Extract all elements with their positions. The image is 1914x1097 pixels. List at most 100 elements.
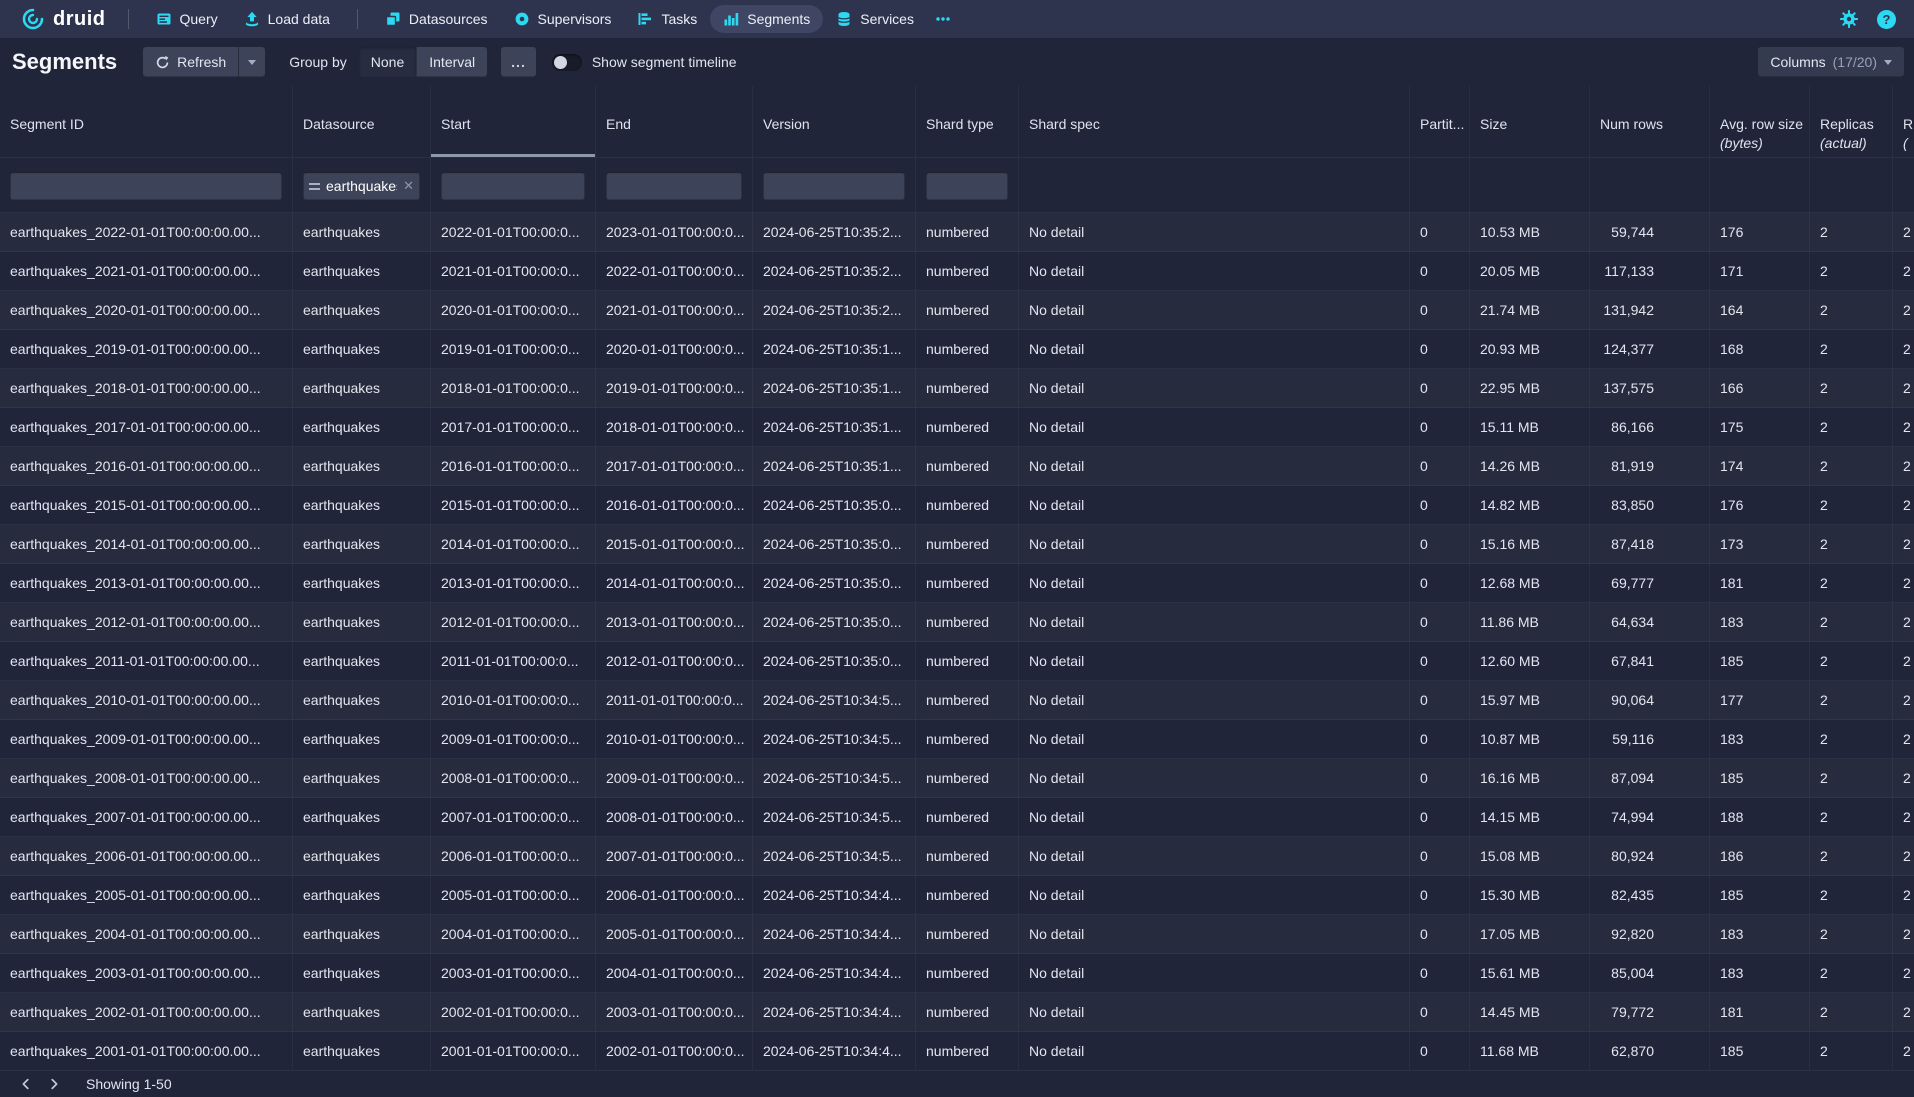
column-header-version[interactable]: Version [753, 86, 916, 157]
column-header-shard_type[interactable]: Shard type [916, 86, 1019, 157]
cell-size: 15.61 MB [1470, 954, 1590, 992]
next-page-button[interactable] [40, 1072, 68, 1096]
nav-item-supervisors[interactable]: Supervisors [501, 5, 625, 33]
table-row[interactable]: earthquakes_2001-01-01T00:00:00.00...ear… [0, 1032, 1914, 1071]
table-row[interactable]: earthquakes_2004-01-01T00:00:00.00...ear… [0, 915, 1914, 954]
table-row[interactable]: earthquakes_2007-01-01T00:00:00.00...ear… [0, 798, 1914, 837]
group-by-interval-button[interactable]: Interval [416, 47, 487, 77]
filter-chip-datasource[interactable]: earthquakes✕ [303, 172, 420, 200]
nav-item-load-data[interactable]: Load data [231, 5, 343, 33]
cell-size: 12.68 MB [1470, 564, 1590, 602]
clear-filter-icon[interactable]: ✕ [403, 178, 414, 194]
column-header-segment_id[interactable]: Segment ID [0, 86, 293, 157]
table-row[interactable]: earthquakes_2016-01-01T00:00:00.00...ear… [0, 447, 1914, 486]
filter-cell-num_rows [1590, 158, 1710, 212]
cell-avg_row_size: 174 [1710, 447, 1810, 485]
nav-item-datasources[interactable]: Datasources [372, 5, 501, 33]
nav-item-label: Datasources [409, 11, 488, 27]
table-row[interactable]: earthquakes_2021-01-01T00:00:00.00...ear… [0, 252, 1914, 291]
nav-item-query[interactable]: Query [143, 5, 231, 33]
column-header-end[interactable]: End [596, 86, 753, 157]
segment-timeline-toggle[interactable] [552, 54, 582, 71]
nav-item-tasks[interactable]: Tasks [624, 5, 710, 33]
table-filter-row: earthquakes✕ [0, 158, 1914, 213]
gear-icon[interactable] [1839, 9, 1859, 29]
nav-more-button[interactable] [927, 5, 959, 33]
column-header-datasource[interactable]: Datasource [293, 86, 431, 157]
table-row[interactable]: earthquakes_2017-01-01T00:00:00.00...ear… [0, 408, 1914, 447]
column-header-size[interactable]: Size [1470, 86, 1590, 157]
cell-shard_type: numbered [916, 759, 1019, 797]
table-row[interactable]: earthquakes_2014-01-01T00:00:00.00...ear… [0, 525, 1914, 564]
filter-input-segment_id[interactable] [10, 172, 282, 200]
cell-shard_type: numbered [916, 525, 1019, 563]
cell-replication_factor: 2 [1893, 1032, 1914, 1070]
nav-item-segments[interactable]: Segments [710, 5, 823, 33]
filter-input-shard_type[interactable] [926, 172, 1008, 200]
cell-version: 2024-06-25T10:35:2... [753, 213, 916, 251]
column-header-avg_row_size[interactable]: Avg. row size(bytes) [1710, 86, 1810, 157]
toolbar-more-button[interactable]: ... [501, 47, 536, 77]
table-row[interactable]: earthquakes_2008-01-01T00:00:00.00...ear… [0, 759, 1914, 798]
table-row[interactable]: earthquakes_2013-01-01T00:00:00.00...ear… [0, 564, 1914, 603]
column-header-start[interactable]: Start [431, 86, 596, 157]
table-row[interactable]: earthquakes_2002-01-01T00:00:00.00...ear… [0, 993, 1914, 1032]
druid-logo[interactable]: druid [12, 6, 114, 32]
table-row[interactable]: earthquakes_2005-01-01T00:00:00.00...ear… [0, 876, 1914, 915]
table-row[interactable]: earthquakes_2003-01-01T00:00:00.00...ear… [0, 954, 1914, 993]
table-row[interactable]: earthquakes_2006-01-01T00:00:00.00...ear… [0, 837, 1914, 876]
refresh-dropdown-button[interactable] [238, 47, 265, 77]
nav-divider [128, 9, 129, 29]
table-row[interactable]: earthquakes_2011-01-01T00:00:00.00...ear… [0, 642, 1914, 681]
cell-datasource: earthquakes [293, 954, 431, 992]
cell-segment_id: earthquakes_2007-01-01T00:00:00.00... [0, 798, 293, 836]
nav-item-services[interactable]: Services [823, 5, 927, 33]
table-row[interactable]: earthquakes_2015-01-01T00:00:00.00...ear… [0, 486, 1914, 525]
column-header-shard_spec[interactable]: Shard spec [1019, 86, 1410, 157]
nav-item-label: Services [860, 11, 914, 27]
cell-avg_row_size: 176 [1710, 213, 1810, 251]
cell-end: 2005-01-01T00:00:0... [596, 915, 753, 953]
table-row[interactable]: earthquakes_2019-01-01T00:00:00.00...ear… [0, 330, 1914, 369]
column-header-num_rows[interactable]: Num rows [1590, 86, 1710, 157]
cell-avg_row_size: 185 [1710, 1032, 1810, 1070]
help-icon[interactable]: ? [1877, 10, 1896, 29]
cell-num_rows: 69,777 [1590, 564, 1710, 602]
cell-replicas: 2 [1810, 603, 1893, 641]
refresh-button[interactable]: Refresh [143, 47, 238, 77]
cell-version: 2024-06-25T10:34:4... [753, 1032, 916, 1070]
cell-replication_factor: 2 [1893, 525, 1914, 563]
cell-partition: 0 [1410, 954, 1470, 992]
cell-size: 15.11 MB [1470, 408, 1590, 446]
cell-avg_row_size: 183 [1710, 915, 1810, 953]
cell-replication_factor: 2 [1893, 642, 1914, 680]
cell-num_rows: 74,994 [1590, 798, 1710, 836]
cell-partition: 0 [1410, 1032, 1470, 1070]
cell-num_rows: 87,094 [1590, 759, 1710, 797]
table-row[interactable]: earthquakes_2022-01-01T00:00:00.00...ear… [0, 213, 1914, 252]
table-row[interactable]: earthquakes_2020-01-01T00:00:00.00...ear… [0, 291, 1914, 330]
cell-datasource: earthquakes [293, 486, 431, 524]
cell-avg_row_size: 186 [1710, 837, 1810, 875]
cell-partition: 0 [1410, 993, 1470, 1031]
load-data-icon [244, 11, 260, 27]
column-header-partition[interactable]: Partit... [1410, 86, 1470, 157]
columns-button[interactable]: Columns (17/20) [1758, 47, 1904, 77]
group-by-none-button[interactable]: None [359, 47, 416, 77]
column-header-replicas[interactable]: Replicas(actual) [1810, 86, 1893, 157]
cell-replicas: 2 [1810, 759, 1893, 797]
cell-version: 2024-06-25T10:34:4... [753, 993, 916, 1031]
filter-input-version[interactable] [763, 172, 905, 200]
table-row[interactable]: earthquakes_2009-01-01T00:00:00.00...ear… [0, 720, 1914, 759]
cell-replicas: 2 [1810, 876, 1893, 914]
column-header-replication_factor[interactable]: R( [1893, 86, 1914, 157]
cell-start: 2003-01-01T00:00:0... [431, 954, 596, 992]
filter-input-end[interactable] [606, 172, 742, 200]
table-row[interactable]: earthquakes_2018-01-01T00:00:00.00...ear… [0, 369, 1914, 408]
filter-input-start[interactable] [441, 172, 585, 200]
table-row[interactable]: earthquakes_2010-01-01T00:00:00.00...ear… [0, 681, 1914, 720]
table-row[interactable]: earthquakes_2012-01-01T00:00:00.00...ear… [0, 603, 1914, 642]
cell-end: 2012-01-01T00:00:0... [596, 642, 753, 680]
previous-page-button[interactable] [12, 1072, 40, 1096]
cell-replication_factor: 2 [1893, 291, 1914, 329]
